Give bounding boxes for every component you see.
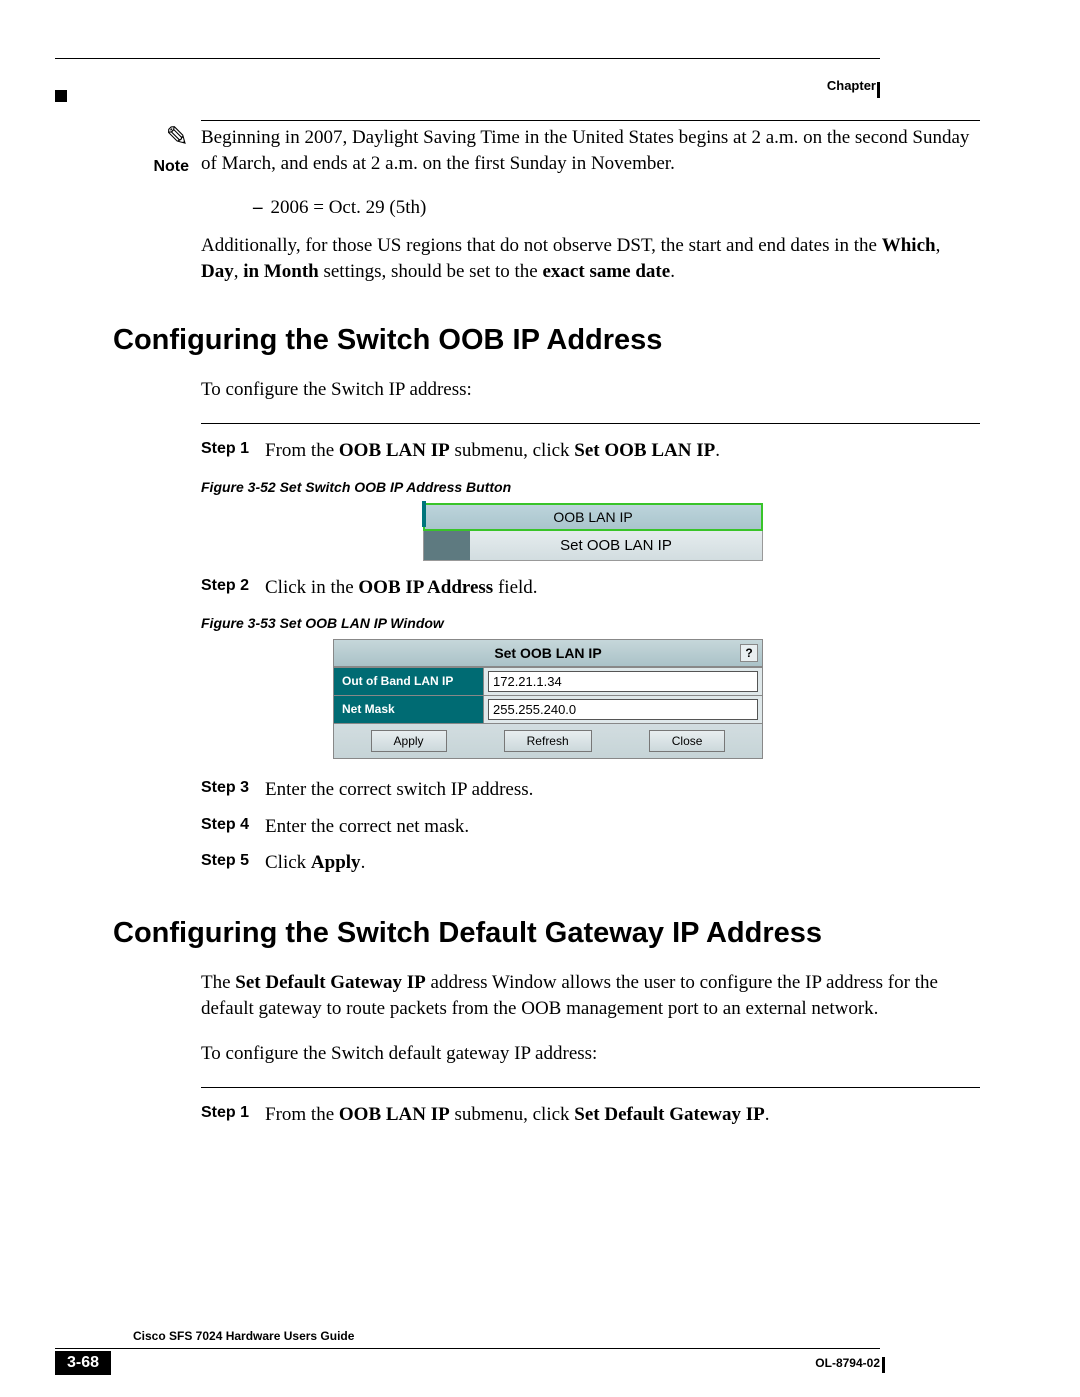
- header-square-icon: [55, 90, 67, 102]
- step-label: Step 5: [201, 850, 265, 877]
- rule: [201, 423, 980, 424]
- step-label: Step 4: [201, 814, 265, 841]
- heading-default-gateway: Configuring the Switch Default Gateway I…: [113, 917, 980, 950]
- bold: exact same date: [543, 261, 671, 282]
- net-mask-input[interactable]: [488, 699, 758, 720]
- note-block: ✎ Note Beginning in 2007, Daylight Savin…: [113, 120, 980, 177]
- apply-button[interactable]: Apply: [371, 730, 447, 752]
- step-text: Click in the OOB IP Address field.: [265, 575, 538, 602]
- header-marks: Chapter: [0, 40, 1080, 60]
- window-title-text: Set OOB LAN IP: [494, 645, 601, 661]
- figure-52: OOB LAN IP Set OOB LAN IP: [423, 503, 763, 561]
- doc-id: OL-8794-02: [815, 1356, 880, 1370]
- bold: in Month: [243, 261, 319, 282]
- step-text: Enter the correct net mask.: [265, 814, 469, 841]
- chapter-label: Chapter: [827, 78, 876, 93]
- pencil-icon: ✎: [113, 120, 189, 153]
- step-3: Step 3 Enter the correct switch IP addre…: [201, 777, 980, 804]
- step-label: Step 2: [201, 575, 265, 602]
- step-text: From the OOB LAN IP submenu, click Set D…: [265, 1102, 770, 1129]
- text: .: [670, 261, 675, 282]
- note-text: Beginning in 2007, Daylight Saving Time …: [201, 120, 980, 176]
- header-tick-icon: [877, 82, 880, 98]
- bold: Which: [882, 235, 936, 256]
- section2-step-1: Step 1 From the OOB LAN IP submenu, clic…: [201, 1102, 980, 1129]
- step-5: Step 5 Click Apply.: [201, 850, 980, 877]
- text: Additionally, for those US regions that …: [201, 235, 882, 256]
- step-label: Step 3: [201, 777, 265, 804]
- set-oob-lan-ip-menu-item[interactable]: Set OOB LAN IP: [423, 531, 763, 561]
- menu-indent-block: [424, 531, 470, 560]
- refresh-button[interactable]: Refresh: [504, 730, 592, 752]
- figure-53-window: Set OOB LAN IP ? Out of Band LAN IP Net …: [333, 639, 763, 759]
- section2-para1: The Set Default Gateway IP address Windo…: [201, 970, 980, 1021]
- text: settings, should be set to the: [319, 261, 543, 282]
- section2-para2: To configure the Switch default gateway …: [201, 1041, 980, 1067]
- step-label: Step 1: [201, 1102, 265, 1129]
- dst-bullet: –2006 = Oct. 29 (5th): [253, 197, 980, 219]
- step-text: Click Apply.: [265, 850, 365, 877]
- out-of-band-lan-ip-label: Out of Band LAN IP: [334, 668, 484, 695]
- dash-icon: –: [253, 197, 263, 218]
- page-number-badge: 3-68: [55, 1351, 111, 1375]
- out-of-band-lan-ip-input[interactable]: [488, 671, 758, 692]
- step-1: Step 1 From the OOB LAN IP submenu, clic…: [201, 438, 980, 465]
- bold: Day: [201, 261, 234, 282]
- page-footer: Cisco SFS 7024 Hardware Users Guide 3-68…: [55, 1324, 880, 1375]
- window-title: Set OOB LAN IP ?: [334, 640, 762, 667]
- step-label: Step 1: [201, 438, 265, 465]
- rule: [201, 1087, 980, 1088]
- section1-intro: To configure the Switch IP address:: [201, 377, 980, 403]
- footer-tick-icon: [882, 1357, 885, 1373]
- oob-lan-ip-menu-header[interactable]: OOB LAN IP: [423, 503, 763, 531]
- figure-52-caption: Figure 3-52 Set Switch OOB IP Address Bu…: [201, 479, 980, 495]
- footer-guide-title: Cisco SFS 7024 Hardware Users Guide: [133, 1329, 354, 1343]
- step-4: Step 4 Enter the correct net mask.: [201, 814, 980, 841]
- dst-paragraph: Additionally, for those US regions that …: [201, 233, 980, 284]
- dst-bullet-text: 2006 = Oct. 29 (5th): [271, 197, 427, 218]
- note-label: Note: [153, 158, 189, 175]
- step-2: Step 2 Click in the OOB IP Address field…: [201, 575, 980, 602]
- help-button[interactable]: ?: [740, 644, 758, 662]
- menu-item-label: Set OOB LAN IP: [470, 531, 762, 560]
- header-rule: [55, 58, 880, 59]
- step-text: Enter the correct switch IP address.: [265, 777, 533, 804]
- net-mask-label: Net Mask: [334, 696, 484, 723]
- heading-oob-ip: Configuring the Switch OOB IP Address: [113, 324, 980, 357]
- step-text: From the OOB LAN IP submenu, click Set O…: [265, 438, 720, 465]
- close-button[interactable]: Close: [649, 730, 726, 752]
- figure-53-caption: Figure 3-53 Set OOB LAN IP Window: [201, 615, 980, 631]
